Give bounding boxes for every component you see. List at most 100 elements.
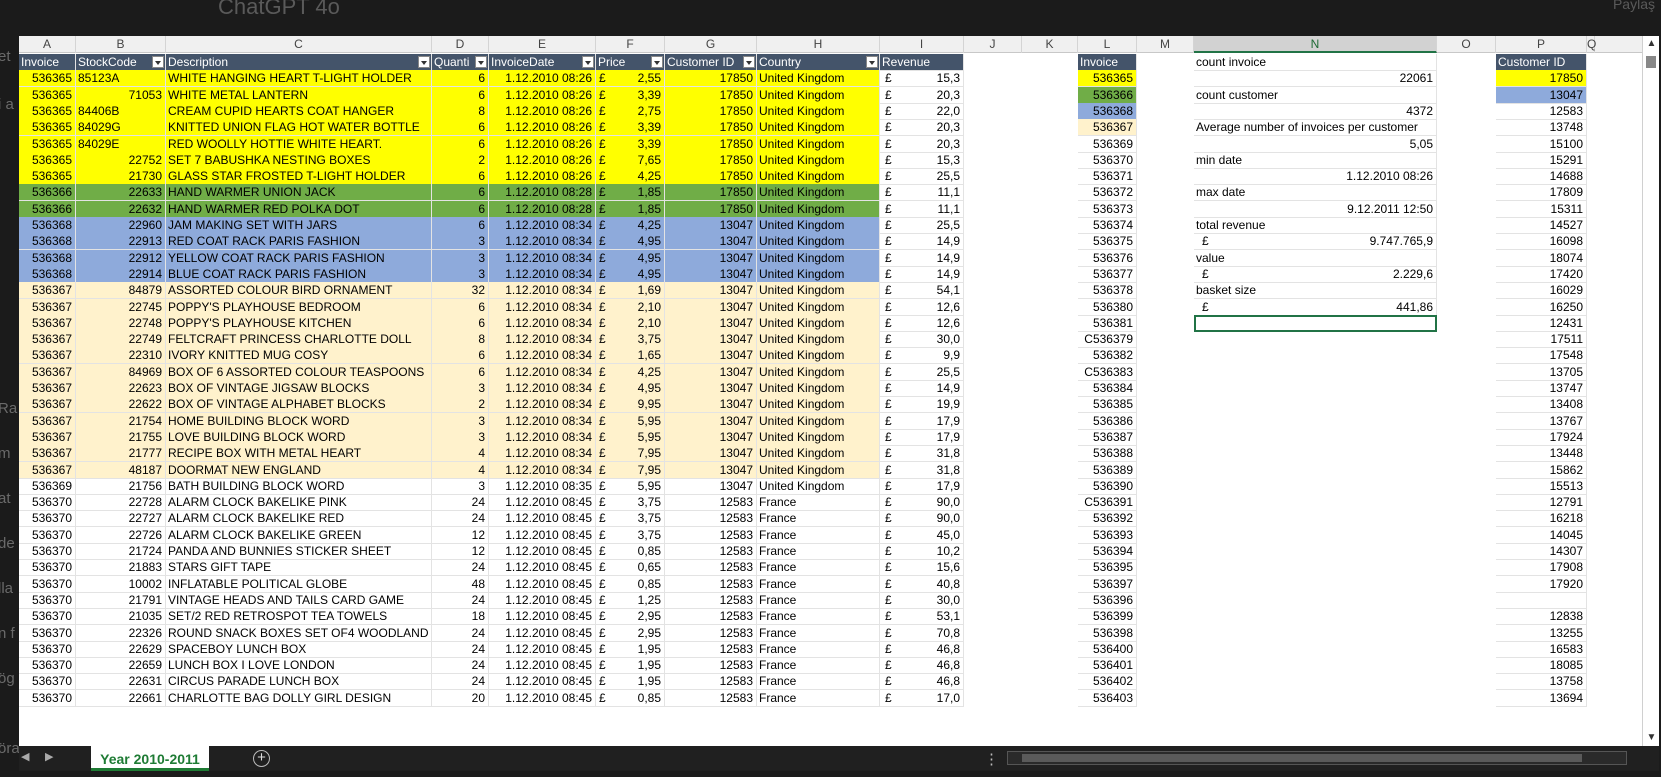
customer-id-cell[interactable]: 12583 (665, 640, 757, 658)
country-cell[interactable]: United Kingdom (757, 363, 880, 381)
price-cell[interactable]: £4,95 (596, 233, 665, 251)
revenue-cell[interactable]: £11,1 (880, 200, 964, 218)
stockcode-cell[interactable]: 22661 (76, 689, 166, 707)
header-d[interactable]: Quanti (432, 54, 489, 71)
revenue-cell[interactable]: £46,8 (880, 673, 964, 691)
revenue-cell[interactable]: £12,6 (880, 298, 964, 316)
country-cell[interactable]: United Kingdom (757, 428, 880, 446)
revenue-cell[interactable]: £14,9 (880, 380, 964, 397)
unique-customer-cell[interactable]: 12431 (1496, 314, 1587, 332)
unique-invoice-cell[interactable]: 536388 (1078, 445, 1137, 463)
price-cell[interactable]: £1,85 (596, 200, 665, 218)
invoicedate-cell[interactable]: 1.12.2010 08:34 (489, 380, 596, 397)
country-cell[interactable]: United Kingdom (757, 249, 880, 267)
unique-invoice-cell[interactable]: 536382 (1078, 347, 1137, 365)
invoicedate-cell[interactable]: 1.12.2010 08:28 (489, 200, 596, 218)
description-cell[interactable]: SET 7 BABUSHKA NESTING BOXES (166, 151, 432, 169)
invoice-cell[interactable]: 536365 (19, 86, 76, 104)
invoicedate-cell[interactable]: 1.12.2010 08:34 (489, 282, 596, 300)
country-cell[interactable]: United Kingdom (757, 314, 880, 332)
price-cell[interactable]: £9,95 (596, 396, 665, 414)
stockcode-cell[interactable]: 22728 (76, 494, 166, 512)
column-header-a[interactable]: A (19, 36, 76, 53)
quantity-cell[interactable]: 48 (432, 575, 489, 593)
unique-customer-cell[interactable]: 14688 (1496, 168, 1587, 186)
revenue-cell[interactable]: £45,0 (880, 526, 964, 544)
price-cell[interactable]: £1,25 (596, 591, 665, 609)
invoice-cell[interactable]: 536365 (19, 168, 76, 186)
header-p[interactable]: Customer ID (1496, 54, 1587, 71)
price-cell[interactable]: £2,75 (596, 102, 665, 120)
stockcode-cell[interactable]: 22748 (76, 314, 166, 332)
description-cell[interactable]: KNITTED UNION FLAG HOT WATER BOTTLE (166, 119, 432, 137)
unique-customer-cell[interactable]: 15311 (1496, 200, 1587, 218)
invoicedate-cell[interactable]: 1.12.2010 08:34 (489, 233, 596, 251)
description-cell[interactable]: SET/2 RED RETROSPOT TEA TOWELS (166, 608, 432, 626)
quantity-cell[interactable]: 6 (432, 119, 489, 137)
price-cell[interactable]: £5,95 (596, 477, 665, 495)
description-cell[interactable]: POPPY'S PLAYHOUSE BEDROOM (166, 298, 432, 316)
price-cell[interactable]: £4,25 (596, 217, 665, 234)
stockcode-cell[interactable]: 22633 (76, 184, 166, 202)
price-cell[interactable]: £0,85 (596, 575, 665, 593)
customer-id-cell[interactable]: 12583 (665, 689, 757, 707)
summary-label[interactable]: total revenue (1194, 217, 1437, 234)
invoice-cell[interactable]: 536367 (19, 347, 76, 365)
unique-invoice-cell[interactable]: 536384 (1078, 380, 1137, 397)
customer-id-cell[interactable]: 17850 (665, 86, 757, 104)
unique-invoice-cell[interactable]: 536368 (1078, 102, 1137, 120)
country-cell[interactable]: United Kingdom (757, 200, 880, 218)
customer-id-cell[interactable]: 13047 (665, 428, 757, 446)
customer-id-cell[interactable]: 13047 (665, 347, 757, 365)
unique-customer-cell[interactable]: 16098 (1496, 233, 1587, 251)
stockcode-cell[interactable]: 10002 (76, 575, 166, 593)
unique-customer-cell[interactable]: 13747 (1496, 380, 1587, 397)
revenue-cell[interactable]: £25,5 (880, 363, 964, 381)
invoicedate-cell[interactable]: 1.12.2010 08:34 (489, 298, 596, 316)
stockcode-cell[interactable]: 22659 (76, 657, 166, 675)
revenue-cell[interactable]: £31,8 (880, 461, 964, 479)
unique-invoice-cell[interactable]: C536383 (1078, 363, 1137, 381)
invoicedate-cell[interactable]: 1.12.2010 08:34 (489, 428, 596, 446)
invoicedate-cell[interactable]: 1.12.2010 08:45 (489, 591, 596, 609)
quantity-cell[interactable]: 6 (432, 70, 489, 88)
quantity-cell[interactable]: 6 (432, 347, 489, 365)
description-cell[interactable]: ALARM CLOCK BAKELIKE GREEN (166, 526, 432, 544)
unique-customer-cell[interactable] (1496, 591, 1587, 609)
header-i[interactable]: Revenue (880, 54, 964, 71)
summary-label[interactable]: value (1194, 249, 1437, 267)
unique-invoice-cell[interactable]: C536391 (1078, 494, 1137, 512)
unique-invoice-cell[interactable]: 536397 (1078, 575, 1137, 593)
price-cell[interactable]: £4,95 (596, 380, 665, 397)
summary-value[interactable]: 9.12.2011 12:50 (1194, 200, 1437, 218)
country-cell[interactable]: France (757, 657, 880, 675)
unique-invoice-cell[interactable]: 536400 (1078, 640, 1137, 658)
description-cell[interactable]: VINTAGE HEADS AND TAILS CARD GAME (166, 591, 432, 609)
revenue-cell[interactable]: £15,3 (880, 70, 964, 88)
country-cell[interactable]: United Kingdom (757, 265, 880, 283)
description-cell[interactable]: WHITE METAL LANTERN (166, 86, 432, 104)
invoicedate-cell[interactable]: 1.12.2010 08:26 (489, 119, 596, 137)
quantity-cell[interactable]: 6 (432, 184, 489, 202)
add-sheet-icon[interactable]: + (253, 750, 270, 767)
unique-customer-cell[interactable]: 17511 (1496, 331, 1587, 349)
price-cell[interactable]: £2,10 (596, 314, 665, 332)
invoice-cell[interactable]: 536370 (19, 624, 76, 642)
customer-id-cell[interactable]: 13047 (665, 249, 757, 267)
filter-dropdown-icon[interactable] (152, 56, 164, 68)
invoice-cell[interactable]: 536365 (19, 102, 76, 120)
customer-id-cell[interactable]: 13047 (665, 233, 757, 251)
horizontal-scroll-thumb[interactable] (1022, 754, 1582, 762)
invoice-cell[interactable]: 536370 (19, 575, 76, 593)
invoicedate-cell[interactable]: 1.12.2010 08:45 (489, 494, 596, 512)
stockcode-cell[interactable]: 22631 (76, 673, 166, 691)
description-cell[interactable]: JAM MAKING SET WITH JARS (166, 217, 432, 234)
stockcode-cell[interactable]: 22749 (76, 331, 166, 349)
customer-id-cell[interactable]: 17850 (665, 119, 757, 137)
unique-customer-cell[interactable]: 13448 (1496, 445, 1587, 463)
summary-label[interactable]: max date (1194, 184, 1437, 202)
invoice-cell[interactable]: 536368 (19, 249, 76, 267)
description-cell[interactable]: BOX OF 6 ASSORTED COLOUR TEASPOONS (166, 363, 432, 381)
price-cell[interactable]: £3,75 (596, 494, 665, 512)
invoicedate-cell[interactable]: 1.12.2010 08:26 (489, 168, 596, 186)
